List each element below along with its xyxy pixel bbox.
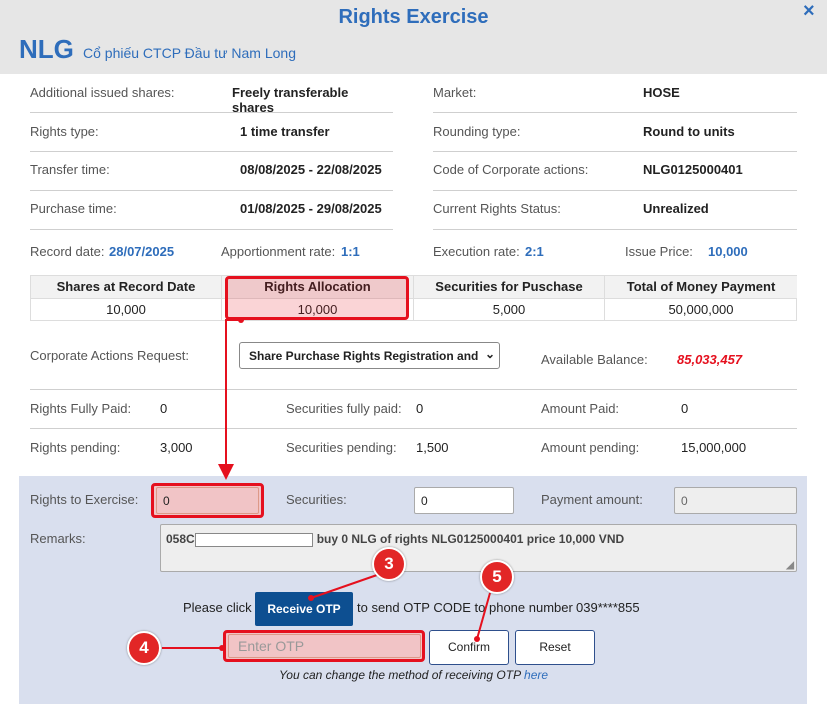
- record-date-value: 28/07/2025: [109, 244, 175, 259]
- table-header: Shares at Record Date: [31, 276, 221, 299]
- step-4-marker: 4: [127, 631, 161, 665]
- securities-input[interactable]: 0: [414, 487, 514, 514]
- stock-ticker: NLG: [19, 34, 74, 64]
- info-label: Additional issued shares:: [30, 85, 175, 100]
- info-row: Additional issued shares: Freely transfe…: [30, 74, 393, 115]
- otp-instruction-before: Please click: [183, 600, 252, 615]
- payment-amount-label: Payment amount:: [541, 492, 643, 507]
- table-column: Securities for Puschase 5,000: [414, 276, 605, 321]
- table-column: Total of Money Payment 50,000,000: [605, 276, 797, 321]
- issue-price-value: 10,000: [708, 244, 748, 259]
- record-date-label: Record date:: [30, 244, 105, 259]
- info-value: Freely transferable shares: [232, 85, 349, 115]
- info-row: Current Rights Status: Unrealized: [433, 191, 797, 230]
- issue-price-label: Issue Price:: [625, 244, 693, 259]
- table-cell: 50,000,000: [668, 302, 734, 317]
- info-value: 1 time transfer: [240, 124, 330, 139]
- divider: [30, 428, 797, 429]
- info-label: Rounding type:: [433, 124, 521, 139]
- info-value: HOSE: [643, 85, 680, 100]
- phone-number: 039****855: [576, 600, 640, 615]
- table-column: Shares at Record Date 10,000: [31, 276, 222, 321]
- table-cell: 5,000: [492, 302, 526, 317]
- otp-method-text: You can change the method of receiving O…: [278, 668, 521, 682]
- remarks-suffix: buy 0 NLG of rights NLG0125000401 price …: [316, 532, 625, 546]
- amount-paid-label: Amount Paid:: [541, 401, 620, 416]
- request-label: Corporate Actions Request:: [30, 348, 189, 363]
- apportion-value: 1:1: [341, 244, 360, 259]
- info-label: Purchase time:: [30, 201, 117, 216]
- info-label: Rights type:: [30, 124, 99, 139]
- sec-pending-label: Securities pending:: [286, 440, 397, 455]
- fully-paid-label: Rights Fully Paid:: [30, 401, 132, 416]
- info-label: Code of Corporate actions:: [433, 162, 589, 177]
- info-row: Market: HOSE: [433, 74, 797, 113]
- execution-value: 2:1: [525, 244, 544, 259]
- info-row: Transfer time: 08/08/2025 - 22/08/2025: [30, 152, 393, 191]
- reset-button[interactable]: Reset: [515, 630, 595, 665]
- balance-label: Available Balance:: [541, 352, 648, 367]
- receive-otp-button[interactable]: Receive OTP: [255, 592, 353, 626]
- confirm-button[interactable]: Confirm: [429, 630, 509, 665]
- payment-amount-input[interactable]: 0: [674, 487, 797, 514]
- info-value: Unrealized: [643, 201, 709, 216]
- info-row: Rounding type: Round to units: [433, 113, 797, 152]
- otp-method-note: You can change the method of receiving O…: [0, 668, 827, 682]
- amount-paid-value: 0: [681, 401, 689, 416]
- company-name: Cổ phiếu CTCP Đầu tư Nam Long: [83, 45, 296, 61]
- chevron-down-icon: ⌄: [484, 347, 495, 361]
- dialog-header: Rights Exercise × NLG Cổ phiếu CTCP Đầu …: [0, 0, 827, 74]
- close-icon[interactable]: ×: [803, 0, 815, 23]
- info-label: Current Rights Status:: [433, 201, 561, 216]
- step-3-marker: 3: [372, 547, 406, 581]
- otp-instruction-after: to send OTP CODE to phone number: [357, 600, 573, 615]
- sec-fully-paid-label: Securities fully paid:: [286, 401, 402, 416]
- securities-label: Securities:: [286, 492, 347, 507]
- sec-pending-value: 1,500: [416, 440, 449, 455]
- info-value: 08/08/2025 - 22/08/2025: [240, 162, 382, 177]
- info-row: Code of Corporate actions: NLG0125000401: [433, 152, 797, 191]
- info-value: 01/08/2025 - 29/08/2025: [240, 201, 382, 216]
- info-value: Round to units: [643, 124, 735, 139]
- rights-to-exercise-input[interactable]: 0: [156, 487, 259, 514]
- remarks-label: Remarks:: [30, 531, 86, 546]
- pending-label: Rights pending:: [30, 440, 121, 455]
- remarks-prefix: 058C: [166, 532, 195, 546]
- info-value: NLG0125000401: [643, 162, 743, 177]
- info-row: Purchase time: 01/08/2025 - 29/08/2025: [30, 191, 393, 230]
- pending-value: 3,000: [160, 440, 193, 455]
- step-5-marker: 5: [480, 560, 514, 594]
- summary-table: Shares at Record Date 10,000 Rights Allo…: [30, 275, 797, 321]
- remarks-textarea[interactable]: 058C buy 0 NLG of rights NLG0125000401 pr…: [160, 524, 797, 572]
- info-row: Rights type: 1 time transfer: [30, 113, 393, 152]
- request-select[interactable]: Share Purchase Rights Registration and ⌄: [239, 342, 500, 369]
- divider: [30, 389, 797, 390]
- resize-handle-icon[interactable]: ◢: [786, 560, 794, 571]
- otp-input[interactable]: Enter OTP: [228, 634, 421, 658]
- table-header: Securities for Puschase: [414, 276, 604, 299]
- balance-value: 85,033,457: [677, 352, 743, 367]
- here-link[interactable]: here: [524, 668, 548, 682]
- fully-paid-value: 0: [160, 401, 168, 416]
- rights-to-exercise-label: Rights to Exercise:: [30, 492, 139, 507]
- rights-allocation-highlight: [225, 276, 409, 320]
- table-cell: 10,000: [106, 302, 146, 317]
- redacted-field: [194, 532, 313, 547]
- request-select-value: Share Purchase Rights Registration and: [249, 349, 479, 363]
- info-label: Market:: [433, 85, 477, 100]
- execution-label: Execution rate:: [433, 244, 520, 259]
- dialog-title: Rights Exercise: [338, 6, 489, 28]
- info-label: Transfer time:: [30, 162, 110, 177]
- table-header: Total of Money Payment: [605, 276, 797, 299]
- apportion-label: Apportionment rate:: [221, 244, 336, 259]
- amount-pending-label: Amount pending:: [541, 440, 640, 455]
- sec-fully-paid-value: 0: [416, 401, 424, 416]
- amount-pending-value: 15,000,000: [681, 440, 747, 455]
